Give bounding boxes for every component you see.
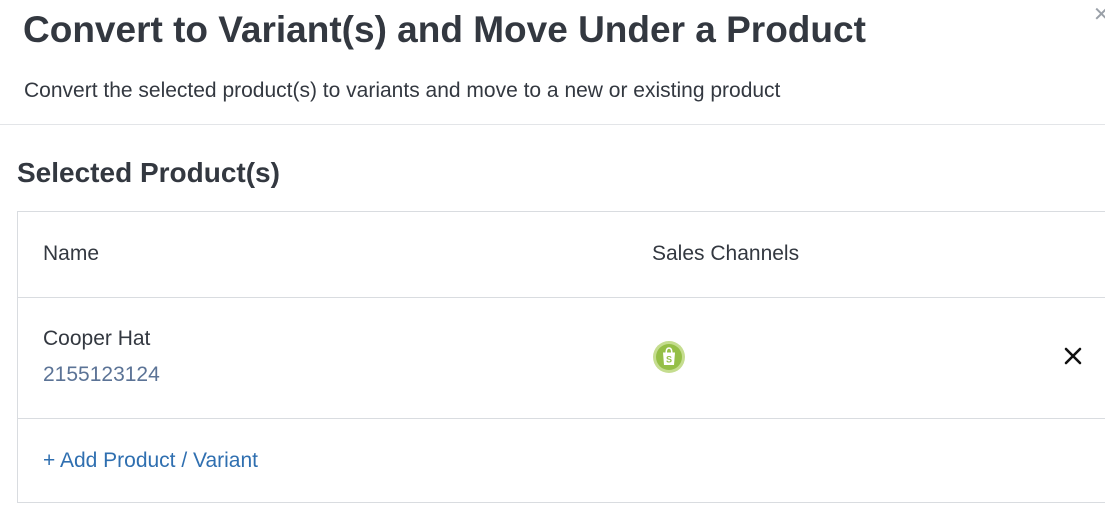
table-row: Cooper Hat 2155123124 S xyxy=(18,297,1105,419)
product-sku: 2155123124 xyxy=(43,363,160,386)
dialog-title: Convert to Variant(s) and Move Under a P… xyxy=(23,9,866,50)
shopify-bag-icon: S xyxy=(652,340,686,374)
selected-products-table: Name Sales Channels Cooper Hat 215512312… xyxy=(17,211,1105,503)
add-product-variant-link[interactable]: + Add Product / Variant xyxy=(43,448,258,474)
column-header-sales-channels: Sales Channels xyxy=(652,242,800,265)
table-header: Name Sales Channels xyxy=(18,212,1105,298)
dialog-header: Convert to Variant(s) and Move Under a P… xyxy=(0,0,1105,125)
section-title: Selected Product(s) xyxy=(17,157,280,188)
product-name: Cooper Hat xyxy=(43,327,151,350)
remove-row-close-icon[interactable] xyxy=(1061,344,1085,368)
column-header-name: Name xyxy=(43,242,100,265)
convert-variant-dialog: ✕ Convert to Variant(s) and Move Under a… xyxy=(0,0,1105,517)
add-product-row: + Add Product / Variant xyxy=(18,418,1105,503)
svg-text:S: S xyxy=(666,355,672,365)
dialog-subtitle: Convert the selected product(s) to varia… xyxy=(24,79,781,102)
